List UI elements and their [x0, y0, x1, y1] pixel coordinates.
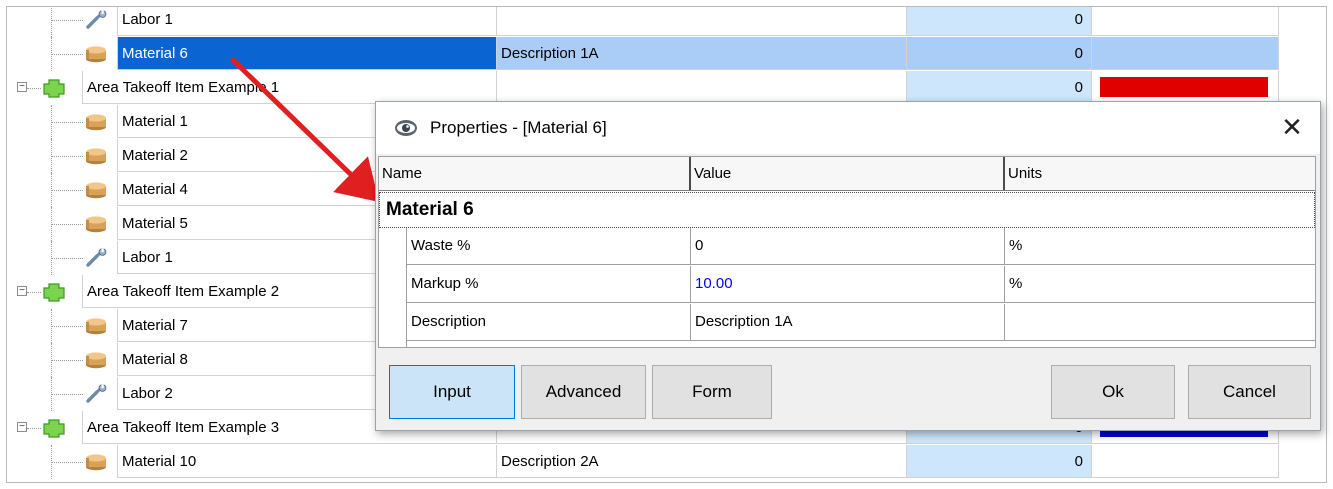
tree-row-description[interactable]: Description 1A	[497, 37, 907, 70]
material-box-icon	[85, 180, 107, 200]
material-box-icon	[85, 452, 107, 472]
tree-connector	[51, 394, 83, 395]
wrench-icon	[85, 384, 107, 404]
tree-row-description[interactable]	[497, 71, 907, 104]
tree-connector	[27, 292, 41, 293]
property-units: %	[1005, 266, 1315, 303]
property-name: Waste %	[407, 228, 691, 265]
area-takeoff-icon	[43, 282, 65, 302]
wrench-icon	[85, 248, 107, 268]
tree-row[interactable]: Material 10 Description 2A 0	[7, 445, 1326, 479]
property-row[interactable]: Markup % 10.00%	[379, 266, 1315, 303]
tree-row[interactable]: Material 6 Description 1A 0	[7, 37, 1326, 71]
area-takeoff-icon	[43, 78, 65, 98]
property-units: %	[1005, 228, 1315, 265]
tree-row-color-cell[interactable]	[1092, 37, 1279, 70]
tree-connector	[51, 258, 83, 259]
column-header-units[interactable]: Units	[1005, 157, 1315, 190]
tree-connector	[51, 156, 83, 157]
ok-button[interactable]: Ok	[1051, 365, 1175, 419]
wrench-icon	[85, 10, 107, 30]
tree-row-name[interactable]: Material 6	[117, 37, 497, 70]
tree-connector	[51, 7, 52, 37]
tree-row-quantity[interactable]: 0	[907, 445, 1092, 478]
tree-group-row[interactable]: − Area Takeoff Item Example 1 0	[7, 71, 1326, 105]
tree-row-color-cell[interactable]	[1092, 71, 1279, 104]
tree-connector	[27, 428, 41, 429]
material-box-icon	[85, 146, 107, 166]
column-header-name[interactable]: Name	[379, 157, 691, 190]
property-grid: Name Value Units Material 6 Waste % 0% Mar…	[378, 156, 1316, 348]
properties-dialog: Properties - [Material 6] ✕ Name Value U…	[375, 101, 1321, 431]
property-value-field[interactable]: 0	[691, 228, 1005, 265]
tree-connector	[51, 122, 83, 123]
tree-row-name[interactable]: Material 10	[117, 445, 497, 478]
dialog-titlebar[interactable]: Properties - [Material 6] ✕	[376, 102, 1320, 154]
app-eye-icon	[395, 120, 417, 136]
tree-row[interactable]: Labor 1 0	[7, 7, 1326, 37]
material-box-icon	[85, 316, 107, 336]
tree-connector	[27, 88, 41, 89]
column-header-value[interactable]: Value	[691, 157, 1005, 190]
tree-row-color-cell[interactable]	[1092, 445, 1279, 478]
property-value-field[interactable]: 10.00	[691, 266, 1005, 303]
collapse-toggle[interactable]: −	[17, 422, 27, 432]
tree-row-quantity[interactable]: 0	[907, 37, 1092, 70]
tree-connector	[51, 20, 83, 21]
cancel-button[interactable]: Cancel	[1188, 365, 1311, 419]
property-value-field[interactable]: Description 1A	[691, 304, 1005, 341]
advanced-button[interactable]: Advanced	[521, 365, 646, 419]
tree-row-name[interactable]: Labor 1	[117, 7, 497, 36]
tree-connector	[51, 360, 83, 361]
property-grid-header: Name Value Units	[379, 157, 1315, 191]
tree-connector	[51, 190, 83, 191]
tree-row-quantity[interactable]: 0	[907, 7, 1092, 36]
tree-connector	[51, 224, 83, 225]
property-row[interactable]: Description Description 1A	[379, 304, 1315, 341]
input-button[interactable]: Input	[389, 365, 515, 419]
material-box-icon	[85, 214, 107, 234]
form-button[interactable]: Form	[652, 365, 772, 419]
property-name: Description	[407, 304, 691, 341]
collapse-toggle[interactable]: −	[17, 82, 27, 92]
property-name: Markup %	[407, 266, 691, 303]
collapse-toggle[interactable]: −	[17, 286, 27, 296]
tree-row-quantity[interactable]: 0	[907, 71, 1092, 104]
material-box-icon	[85, 350, 107, 370]
tree-row-description[interactable]	[497, 7, 907, 36]
close-button[interactable]: ✕	[1278, 114, 1306, 142]
material-box-icon	[85, 112, 107, 132]
tree-row-color-cell[interactable]	[1092, 7, 1279, 36]
property-units	[1005, 304, 1315, 341]
color-swatch	[1100, 77, 1268, 97]
dialog-title: Properties - [Material 6]	[430, 118, 607, 137]
property-group-header[interactable]: Material 6	[379, 192, 1315, 228]
property-row[interactable]: Waste % 0%	[379, 228, 1315, 265]
area-takeoff-icon	[43, 418, 65, 438]
tree-connector	[51, 54, 83, 55]
tree-connector	[51, 326, 83, 327]
tree-row-description[interactable]: Description 2A	[497, 445, 907, 478]
tree-connector	[51, 462, 83, 463]
material-box-icon	[85, 44, 107, 64]
tree-row-name[interactable]: Area Takeoff Item Example 1	[82, 71, 497, 104]
